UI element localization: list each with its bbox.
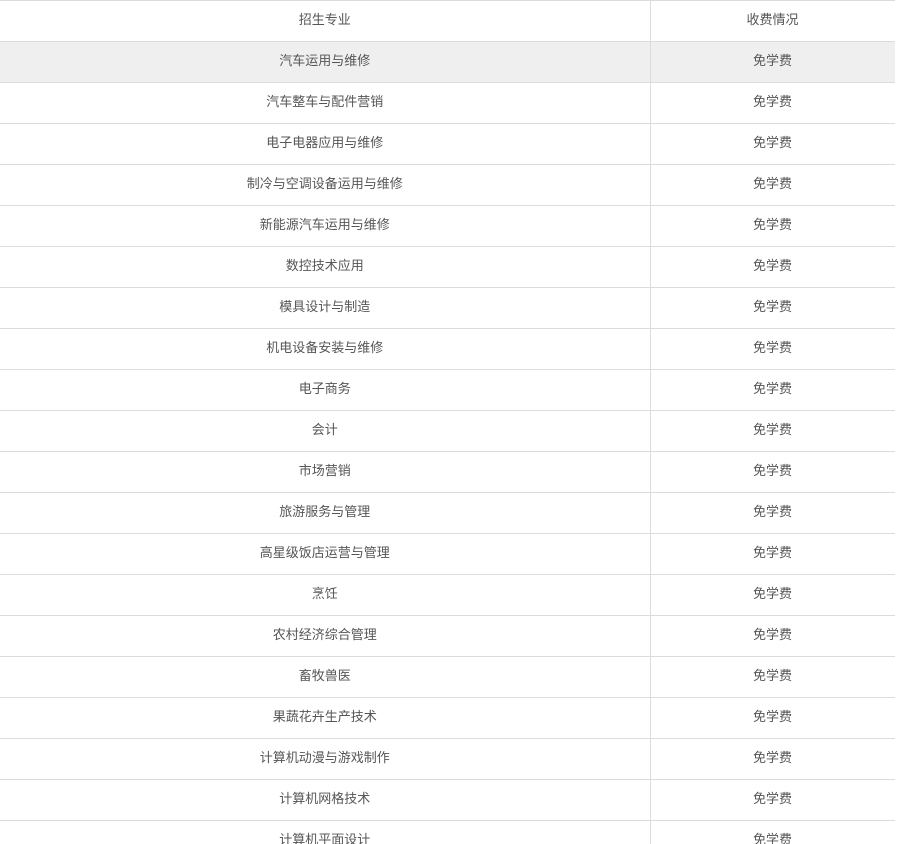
cell-fee: 免学费 bbox=[649, 697, 895, 739]
cell-major: 计算机网格技术 bbox=[0, 779, 651, 821]
cell-fee: 免学费 bbox=[649, 246, 895, 288]
cell-fee: 免学费 bbox=[649, 820, 895, 844]
cell-major: 电子电器应用与维修 bbox=[0, 123, 651, 165]
table-row: 果蔬花卉生产技术 免学费 bbox=[0, 697, 895, 739]
cell-fee: 免学费 bbox=[649, 615, 895, 657]
table-row: 会计 免学费 bbox=[0, 410, 895, 452]
table-row: 模具设计与制造 免学费 bbox=[0, 287, 895, 329]
table-row: 电子电器应用与维修 免学费 bbox=[0, 123, 895, 165]
cell-fee: 免学费 bbox=[649, 533, 895, 575]
table-row: 计算机平面设计 免学费 bbox=[0, 820, 895, 844]
cell-fee: 免学费 bbox=[649, 574, 895, 616]
cell-fee: 免学费 bbox=[649, 287, 895, 329]
cell-major: 农村经济综合管理 bbox=[0, 615, 651, 657]
cell-fee: 免学费 bbox=[649, 451, 895, 493]
table-row: 高星级饭店运营与管理 免学费 bbox=[0, 533, 895, 575]
table-row: 计算机网格技术 免学费 bbox=[0, 779, 895, 821]
table-row: 制冷与空调设备运用与维修 免学费 bbox=[0, 164, 895, 206]
cell-fee: 免学费 bbox=[649, 656, 895, 698]
cell-fee: 免学费 bbox=[649, 738, 895, 780]
table-row: 市场营销 免学费 bbox=[0, 451, 895, 493]
cell-fee: 免学费 bbox=[649, 41, 895, 83]
cell-major: 电子商务 bbox=[0, 369, 651, 411]
cell-major: 市场营销 bbox=[0, 451, 651, 493]
table-row: 汽车整车与配件营销 免学费 bbox=[0, 82, 895, 124]
cell-major: 制冷与空调设备运用与维修 bbox=[0, 164, 651, 206]
enrollment-fee-table: 招生专业 收费情况 汽车运用与维修 免学费 汽车整车与配件营销 免学费 电子电器应用与维… bbox=[0, 0, 895, 844]
table-row: 农村经济综合管理 免学费 bbox=[0, 615, 895, 657]
table-row: 旅游服务与管理 免学费 bbox=[0, 492, 895, 534]
cell-major: 计算机动漫与游戏制作 bbox=[0, 738, 651, 780]
cell-major: 汽车整车与配件营销 bbox=[0, 82, 651, 124]
table-header-row: 招生专业 收费情况 bbox=[0, 0, 895, 42]
table-row: 畜牧兽医 免学费 bbox=[0, 656, 895, 698]
cell-major: 机电设备安装与维修 bbox=[0, 328, 651, 370]
table-row: 计算机动漫与游戏制作 免学费 bbox=[0, 738, 895, 780]
cell-major: 烹饪 bbox=[0, 574, 651, 616]
cell-major: 畜牧兽医 bbox=[0, 656, 651, 698]
cell-fee: 免学费 bbox=[649, 369, 895, 411]
header-major: 招生专业 bbox=[0, 0, 651, 42]
cell-major: 模具设计与制造 bbox=[0, 287, 651, 329]
cell-major: 会计 bbox=[0, 410, 651, 452]
cell-fee: 免学费 bbox=[649, 492, 895, 534]
cell-fee: 免学费 bbox=[649, 779, 895, 821]
cell-major: 汽车运用与维修 bbox=[0, 41, 651, 83]
cell-major: 新能源汽车运用与维修 bbox=[0, 205, 651, 247]
table-row: 数控技术应用 免学费 bbox=[0, 246, 895, 288]
table-row: 烹饪 免学费 bbox=[0, 574, 895, 616]
enrollment-table-container: 招生专业 收费情况 汽车运用与维修 免学费 汽车整车与配件营销 免学费 电子电器应用与维… bbox=[0, 0, 895, 844]
cell-major: 旅游服务与管理 bbox=[0, 492, 651, 534]
table-row: 机电设备安装与维修 免学费 bbox=[0, 328, 895, 370]
cell-major: 高星级饭店运营与管理 bbox=[0, 533, 651, 575]
table-row: 新能源汽车运用与维修 免学费 bbox=[0, 205, 895, 247]
cell-major: 计算机平面设计 bbox=[0, 820, 651, 844]
cell-fee: 免学费 bbox=[649, 410, 895, 452]
cell-fee: 免学费 bbox=[649, 328, 895, 370]
table-row: 电子商务 免学费 bbox=[0, 369, 895, 411]
cell-fee: 免学费 bbox=[649, 82, 895, 124]
cell-fee: 免学费 bbox=[649, 205, 895, 247]
table-row: 汽车运用与维修 免学费 bbox=[0, 41, 895, 83]
cell-major: 数控技术应用 bbox=[0, 246, 651, 288]
header-fee: 收费情况 bbox=[649, 0, 895, 42]
cell-major: 果蔬花卉生产技术 bbox=[0, 697, 651, 739]
cell-fee: 免学费 bbox=[649, 123, 895, 165]
cell-fee: 免学费 bbox=[649, 164, 895, 206]
page-right-margin bbox=[895, 0, 909, 844]
